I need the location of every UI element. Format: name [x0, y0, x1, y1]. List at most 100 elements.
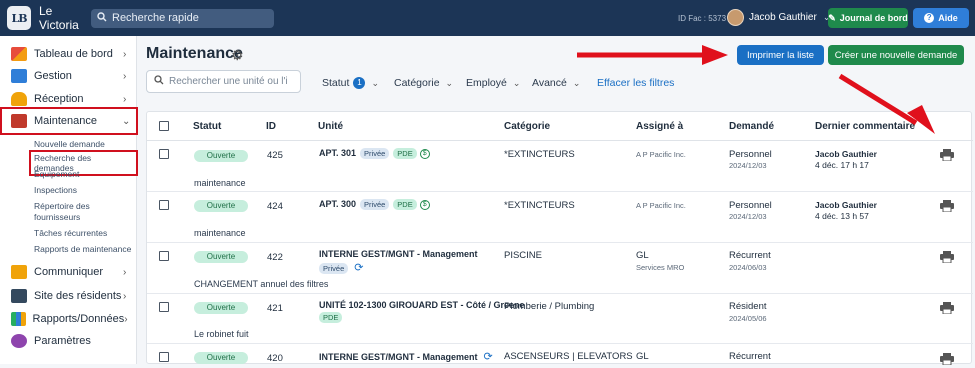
- sidebar-item-settings[interactable]: Paramètres: [0, 329, 137, 353]
- sidebar-item-reception[interactable]: Réception ›: [0, 87, 137, 111]
- filter-avance[interactable]: Avancé ⌄: [532, 77, 580, 89]
- clear-filters-link[interactable]: Effacer les filtres: [597, 77, 674, 89]
- building-icon: [11, 69, 27, 83]
- row-checkbox[interactable]: [159, 149, 169, 159]
- journal-button[interactable]: ✎ Journal de bord: [828, 8, 908, 28]
- edit-icon: ✎: [828, 12, 836, 23]
- chevron-down-icon: ⌄: [122, 115, 131, 127]
- print-list-button[interactable]: Imprimer la liste: [737, 45, 824, 65]
- user-menu[interactable]: Jacob Gauthier ⌄: [727, 9, 830, 26]
- sub-new-request[interactable]: Nouvelle demande: [34, 139, 105, 149]
- print-icon[interactable]: [940, 200, 954, 213]
- comment-date: 4 déc. 17 h 17: [815, 160, 869, 170]
- sidebar-item-maintenance[interactable]: Maintenance ⌄: [0, 107, 138, 135]
- row-checkbox[interactable]: [159, 352, 169, 362]
- print-icon[interactable]: [940, 302, 954, 315]
- sub-recurring-tasks[interactable]: Tâches récurrentes: [34, 228, 107, 238]
- unit-cell[interactable]: APT. 300 Privée PDE $: [319, 199, 430, 210]
- sidebar-item-resident-site[interactable]: Site des résidents ›: [0, 284, 137, 308]
- request-id: 422: [267, 252, 283, 263]
- col-header-assigned[interactable]: Assigné à: [636, 121, 683, 132]
- app-logo[interactable]: LB: [7, 6, 31, 30]
- comment-date: 4 déc. 13 h 57: [815, 211, 869, 221]
- help-button-label: Aide: [938, 13, 958, 23]
- print-icon[interactable]: [940, 251, 954, 264]
- recurring-icon: ⟳: [483, 351, 493, 363]
- unit-search-input[interactable]: Rechercher une unité ou l'i: [146, 70, 301, 93]
- requested-by: Récurrent: [729, 250, 771, 261]
- unit-cell[interactable]: INTERNE GEST/MGNT - Management ⟳: [319, 350, 493, 363]
- table-row[interactable]: Ouverte 425 APT. 301 Privée PDE $ *EXTINCTE…: [147, 141, 973, 191]
- tag-pde: PDE: [393, 199, 417, 210]
- col-header-unit[interactable]: Unité: [318, 121, 343, 132]
- request-description: maintenance: [194, 228, 246, 238]
- chevron-right-icon: ›: [123, 70, 127, 82]
- sidebar-item-communiquer[interactable]: Communiquer ›: [0, 260, 137, 284]
- unit-name: APT. 300: [319, 199, 357, 210]
- unit-search-placeholder: Rechercher une unité ou l'i: [169, 76, 288, 87]
- status-badge: Ouverte: [194, 200, 248, 212]
- table-row[interactable]: Ouverte 420 INTERNE GEST/MGNT - Manageme…: [147, 344, 973, 366]
- help-icon: ?: [924, 13, 935, 23]
- requested-date: 2024/06/03: [729, 263, 767, 272]
- unit-name[interactable]: UNITÉ 102-1300 GIROUARD EST - Côté / Gre…: [319, 300, 525, 310]
- col-header-last-comment[interactable]: Dernier commentaire: [815, 121, 915, 132]
- assigned-to: GL: [636, 351, 649, 362]
- chevron-down-icon: ⌄: [371, 77, 379, 88]
- request-id: 421: [267, 303, 283, 314]
- row-checkbox[interactable]: [159, 200, 169, 210]
- sidebar-item-label: Maintenance: [34, 115, 97, 127]
- col-header-id[interactable]: ID: [266, 121, 276, 132]
- table-row[interactable]: Ouverte 421 UNITÉ 102-1300 GIROUARD EST …: [147, 294, 973, 343]
- table-row[interactable]: Ouverte 422 INTERNE GEST/MGNT - Manageme…: [147, 243, 973, 293]
- chevron-right-icon: ›: [124, 313, 128, 325]
- sidebar-item-label: Gestion: [34, 70, 72, 82]
- quick-search-placeholder: Recherche rapide: [112, 12, 199, 24]
- assigned-to: A P Pacific Inc.: [636, 150, 686, 159]
- table-row[interactable]: Ouverte 424 APT. 300 Privée PDE $ *EXTINCTE…: [147, 192, 973, 242]
- sidebar-item-label: Tableau de bord: [34, 48, 113, 60]
- col-header-status[interactable]: Statut: [193, 121, 221, 132]
- chevron-right-icon: ›: [123, 266, 127, 278]
- chevron-right-icon: ›: [123, 93, 127, 105]
- unit-cell[interactable]: APT. 301 Privée PDE $: [319, 148, 430, 159]
- sidebar: Tableau de bord › Gestion › Réception › …: [0, 36, 138, 364]
- unit-tags: Privée ⟳: [315, 261, 363, 274]
- category: PISCINE: [504, 250, 543, 261]
- select-all-checkbox[interactable]: [159, 121, 169, 131]
- dollar-icon: $: [419, 148, 430, 159]
- sidebar-item-gestion[interactable]: Gestion ›: [0, 64, 137, 88]
- assigned-sub: Services MRO: [636, 263, 685, 272]
- chevron-down-icon: ⌄: [445, 77, 454, 88]
- col-header-requested[interactable]: Demandé: [729, 121, 774, 132]
- quick-search-input[interactable]: Recherche rapide: [91, 8, 274, 28]
- help-button[interactable]: ? Aide: [913, 8, 969, 28]
- col-header-category[interactable]: Catégorie: [504, 121, 550, 132]
- category: ASCENSEURS | ELEVATORS: [504, 351, 633, 362]
- filter-categorie[interactable]: Catégorie ⌄: [394, 77, 453, 89]
- sub-vendor-directory[interactable]: Répertoire des: [34, 201, 90, 211]
- print-icon[interactable]: [940, 149, 954, 162]
- filter-label: Avancé: [532, 77, 567, 89]
- sub-inspections[interactable]: Inspections: [34, 185, 77, 195]
- sub-equipment[interactable]: Équipement: [34, 169, 79, 179]
- sidebar-item-dashboard[interactable]: Tableau de bord ›: [0, 42, 137, 66]
- gear-icon[interactable]: ⚙: [231, 47, 244, 64]
- row-checkbox[interactable]: [159, 302, 169, 312]
- sidebar-item-reports[interactable]: Rapports/Données ›: [0, 307, 137, 331]
- unit-name[interactable]: INTERNE GEST/MGNT - Management: [319, 249, 478, 259]
- journal-button-label: Journal de bord: [839, 13, 908, 23]
- toolbox-icon: [11, 114, 27, 128]
- row-checkbox[interactable]: [159, 251, 169, 261]
- tag-pde: PDE: [319, 312, 343, 323]
- new-request-button[interactable]: Créer une nouvelle demande: [828, 45, 964, 65]
- tag-private: Privée: [319, 262, 349, 274]
- filter-employe[interactable]: Employé ⌄: [466, 77, 520, 89]
- sub-maintenance-reports[interactable]: Rapports de maintenance: [34, 244, 131, 254]
- sub-vendor-directory-cont[interactable]: fournisseurs: [34, 212, 80, 222]
- filter-statut[interactable]: Statut 1 ⌄: [322, 77, 379, 89]
- requested-date: 2024/12/03: [729, 212, 767, 221]
- print-icon[interactable]: [940, 353, 954, 366]
- bar-chart-icon: [11, 312, 26, 326]
- requested-by: Personnel: [729, 200, 772, 211]
